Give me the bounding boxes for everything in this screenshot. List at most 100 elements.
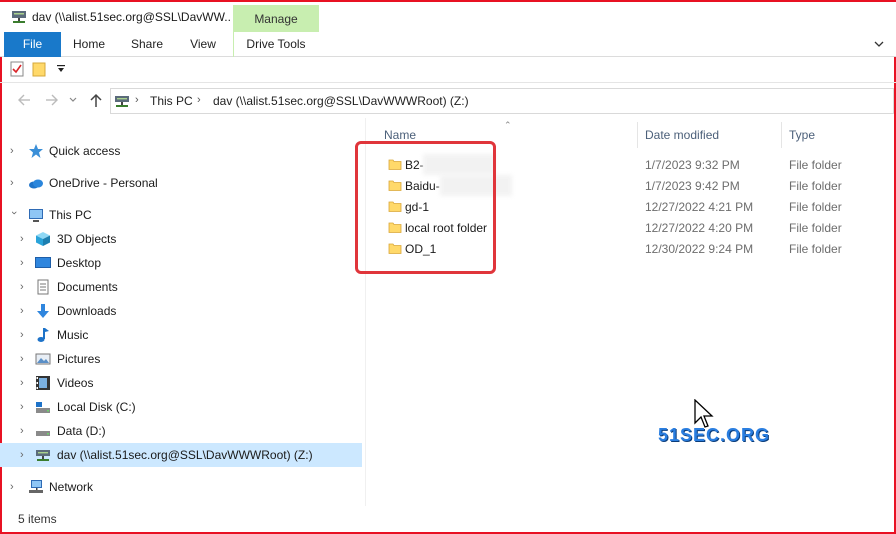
item-count: 5 items xyxy=(18,512,57,526)
breadcrumb-separator[interactable]: › xyxy=(197,94,201,106)
nav-item-dav-drive[interactable]: › dav (\\alist.51sec.org@SSL\DavWWWRoot)… xyxy=(0,443,362,467)
recent-locations-icon[interactable] xyxy=(68,92,78,108)
nav-item-data-d[interactable]: › Data (D:) xyxy=(0,419,362,443)
expand-arrow-icon[interactable]: › xyxy=(20,257,28,269)
nav-item-network[interactable]: › Network xyxy=(0,475,362,499)
document-icon xyxy=(37,279,49,295)
collapse-arrow-icon[interactable]: › xyxy=(8,211,20,219)
annotation-highlight-box xyxy=(355,141,496,274)
nav-label: dav (\\alist.51sec.org@SSL\DavWWWRoot) (… xyxy=(57,448,313,462)
nav-item-desktop[interactable]: › Desktop xyxy=(0,251,362,275)
music-icon xyxy=(37,328,49,342)
breadcrumb-dav-drive[interactable]: dav (\\alist.51sec.org@SSL\DavWWWRoot) (… xyxy=(213,94,469,108)
expand-arrow-icon[interactable]: › xyxy=(20,425,28,437)
nav-label: Videos xyxy=(57,376,94,390)
customize-toolbar-icon[interactable] xyxy=(56,64,66,74)
expand-ribbon-icon[interactable] xyxy=(874,40,884,48)
network-drive-icon xyxy=(12,11,26,23)
expand-arrow-icon[interactable]: › xyxy=(20,233,28,245)
expand-arrow-icon[interactable]: › xyxy=(20,353,28,365)
expand-arrow-icon[interactable]: › xyxy=(20,305,28,317)
expand-arrow-icon[interactable]: › xyxy=(10,481,18,493)
file-date: 12/27/2022 4:21 PM xyxy=(645,200,754,214)
column-header-date-modified[interactable]: Date modified xyxy=(645,128,719,142)
nav-item-onedrive[interactable]: › OneDrive - Personal xyxy=(0,171,362,195)
nav-label: Data (D:) xyxy=(57,424,106,438)
back-arrow-icon[interactable] xyxy=(16,92,32,108)
nav-label: 3D Objects xyxy=(57,232,117,246)
watermark: 51SEC.ORG xyxy=(658,425,771,445)
breadcrumb-this-pc[interactable]: This PC xyxy=(150,94,193,108)
network-icon xyxy=(29,480,43,493)
title-bar: dav (\\alist.51sec.org@SSL\DavWW... Mana… xyxy=(0,0,896,34)
video-icon xyxy=(36,376,50,390)
properties-icon[interactable] xyxy=(10,61,24,77)
nav-item-3d-objects[interactable]: › 3D Objects xyxy=(0,227,362,251)
download-icon xyxy=(37,304,49,318)
column-header-name[interactable]: Name xyxy=(384,128,416,142)
expand-arrow-icon[interactable]: › xyxy=(10,145,18,157)
nav-item-pictures[interactable]: › Pictures xyxy=(0,347,362,371)
expand-arrow-icon[interactable]: › xyxy=(20,401,28,413)
file-date: 12/30/2022 9:24 PM xyxy=(645,242,754,256)
nav-label: Desktop xyxy=(57,256,102,270)
file-type: File folder xyxy=(789,158,842,172)
nav-item-music[interactable]: › Music xyxy=(0,323,362,347)
mouse-cursor-icon xyxy=(694,399,714,428)
column-divider[interactable] xyxy=(781,122,782,148)
nav-label: Quick access xyxy=(49,144,121,158)
expand-arrow-icon[interactable]: › xyxy=(10,177,18,189)
sort-ascending-icon: ⌃ xyxy=(504,120,512,130)
tab-home[interactable]: Home xyxy=(66,32,112,57)
disk-icon xyxy=(36,402,50,413)
ribbon-tabs: File Home Share View Drive Tools xyxy=(0,32,896,57)
new-folder-icon[interactable] xyxy=(32,61,46,77)
pictures-icon xyxy=(35,353,51,365)
status-bar: 5 items xyxy=(0,506,896,532)
up-arrow-icon[interactable] xyxy=(88,92,104,108)
address-bar[interactable]: › This PC › dav (\\alist.51sec.org@SSL\D… xyxy=(110,88,894,114)
file-type: File folder xyxy=(789,242,842,256)
file-date: 1/7/2023 9:32 PM xyxy=(645,158,740,172)
nav-item-quick-access[interactable]: › Quick access xyxy=(0,139,362,163)
desktop-icon xyxy=(35,257,51,268)
forward-arrow-icon[interactable] xyxy=(44,92,60,108)
tab-drive-tools[interactable]: Drive Tools xyxy=(240,32,312,57)
expand-arrow-icon[interactable]: › xyxy=(20,281,28,293)
nav-label: This PC xyxy=(49,208,92,222)
ribbon-separator xyxy=(233,32,234,57)
nav-label: Local Disk (C:) xyxy=(57,400,136,414)
file-date: 1/7/2023 9:42 PM xyxy=(645,179,740,193)
computer-icon xyxy=(29,209,43,222)
file-type: File folder xyxy=(789,221,842,235)
nav-item-documents[interactable]: › Documents xyxy=(0,275,362,299)
tab-manage[interactable]: Manage xyxy=(233,5,319,34)
column-divider[interactable] xyxy=(637,122,638,148)
cube-icon xyxy=(36,232,50,246)
nav-item-videos[interactable]: › Videos xyxy=(0,371,362,395)
expand-arrow-icon[interactable]: › xyxy=(20,449,28,461)
expand-arrow-icon[interactable]: › xyxy=(20,377,28,389)
nav-label: Music xyxy=(57,328,89,342)
file-type: File folder xyxy=(789,179,842,193)
tab-view[interactable]: View xyxy=(182,32,224,57)
nav-label: Documents xyxy=(57,280,118,294)
nav-item-this-pc[interactable]: › This PC xyxy=(0,203,362,227)
nav-item-local-disk-c[interactable]: › Local Disk (C:) xyxy=(0,395,362,419)
tab-share[interactable]: Share xyxy=(124,32,170,57)
nav-label: Network xyxy=(49,480,94,494)
network-drive-icon xyxy=(115,96,129,107)
disk-icon xyxy=(36,431,50,436)
quick-access-toolbar xyxy=(0,57,896,83)
file-type: File folder xyxy=(789,200,842,214)
tab-file[interactable]: File xyxy=(4,32,61,57)
file-date: 12/27/2022 4:20 PM xyxy=(645,221,754,235)
column-header-type[interactable]: Type xyxy=(789,128,815,142)
expand-arrow-icon[interactable]: › xyxy=(20,329,28,341)
nav-item-downloads[interactable]: › Downloads xyxy=(0,299,362,323)
breadcrumb-separator[interactable]: › xyxy=(135,94,139,106)
navigation-pane: › Quick access › OneDrive - Personal › T… xyxy=(0,118,366,506)
nav-label: Downloads xyxy=(57,304,117,318)
star-icon xyxy=(29,144,43,158)
nav-label: OneDrive - Personal xyxy=(49,176,158,190)
